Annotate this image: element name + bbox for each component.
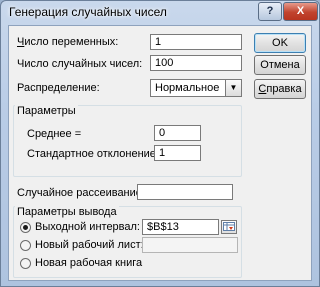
mean-input[interactable]: 0 xyxy=(154,125,201,141)
chevron-down-icon[interactable]: ▼ xyxy=(225,80,241,96)
cancel-button[interactable]: Отмена xyxy=(254,55,306,75)
random-count-label: Число случайных чисел: xyxy=(17,58,143,70)
ok-button[interactable]: OK xyxy=(254,33,306,53)
distribution-label: Распределение: xyxy=(17,82,100,94)
mean-label: Среднее = xyxy=(27,128,82,140)
output-group-title: Параметры вывода xyxy=(15,206,119,218)
new-sheet-input[interactable] xyxy=(142,237,238,253)
distribution-select[interactable]: Нормальное ▼ xyxy=(150,79,242,97)
seed-input[interactable] xyxy=(137,184,233,200)
output-range-radio[interactable] xyxy=(20,222,31,233)
output-options-group: Параметры вывода Выходной интервал: $B$1… xyxy=(13,206,242,278)
stddev-input[interactable]: 1 xyxy=(154,145,201,161)
parameters-group: Параметры Среднее = 0 Стандартное отклон… xyxy=(13,105,242,177)
variables-label-text: исло переменных: xyxy=(24,36,119,48)
dialog-body: Число переменных: 1 Число случайных чисе… xyxy=(8,25,312,281)
new-sheet-radio[interactable] xyxy=(20,240,31,251)
parameters-group-title: Параметры xyxy=(15,105,78,117)
distribution-value: Нормальное xyxy=(155,82,220,94)
variables-input[interactable]: 1 xyxy=(150,34,242,50)
random-count-input[interactable]: 100 xyxy=(150,55,242,71)
close-icon[interactable]: X xyxy=(283,2,318,21)
output-range-input[interactable]: $B$13 xyxy=(142,219,219,235)
dialog-title: Генерация случайных чисел xyxy=(9,5,167,19)
title-bar[interactable]: Генерация случайных чисел ? X xyxy=(1,1,319,25)
random-number-generation-dialog: Генерация случайных чисел ? X Число пере… xyxy=(0,0,320,287)
range-picker-icon[interactable] xyxy=(221,220,237,234)
output-range-label: Выходной интервал: xyxy=(35,221,140,233)
new-workbook-label: Новая рабочая книга xyxy=(35,257,143,269)
seed-label: Случайное рассеивание: xyxy=(17,187,145,199)
help-button[interactable]: Справка xyxy=(254,79,306,99)
stddev-label: Стандартное отклонение = xyxy=(27,148,166,160)
new-sheet-label: Новый рабочий лист: xyxy=(35,239,144,251)
help-icon[interactable]: ? xyxy=(258,2,282,21)
new-workbook-radio[interactable] xyxy=(20,258,31,269)
variables-label: Число переменных: xyxy=(17,36,119,48)
